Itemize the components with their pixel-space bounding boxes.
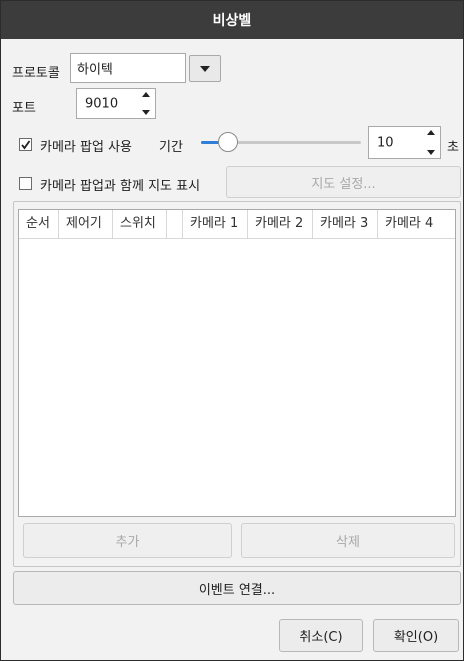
map-settings-label: 지도 설정...: [311, 176, 376, 192]
protocol-select[interactable]: 하이텍: [70, 53, 186, 83]
column-controller[interactable]: 제어기: [59, 210, 113, 238]
spin-up-icon[interactable]: [426, 129, 436, 136]
add-button-label: 추가: [115, 535, 140, 550]
spin-down-icon[interactable]: [426, 149, 436, 156]
duration-slider[interactable]: [201, 132, 361, 152]
port-spinbox[interactable]: 9010: [76, 88, 156, 119]
cancel-button[interactable]: 취소(C): [279, 619, 363, 652]
protocol-dropdown-button[interactable]: [189, 55, 221, 82]
port-value: 9010: [85, 96, 119, 111]
table-header: 순서 제어기 스위치 카메라 1 카메라 2 카메라 3 카메라 4: [19, 210, 455, 239]
camera-popup-label: 카메라 팝업 사용: [40, 140, 132, 155]
column-blank[interactable]: [167, 210, 183, 238]
duration-value: 10: [377, 135, 394, 150]
mapping-table[interactable]: 순서 제어기 스위치 카메라 1 카메라 2 카메라 3 카메라 4: [18, 209, 456, 517]
column-order[interactable]: 순서: [19, 210, 59, 238]
dialog-window: 비상벨 프로토콜 하이텍 포트 9010 카메라 팝업 사용 기간 10 초 카…: [0, 0, 464, 661]
cancel-label: 취소(C): [299, 630, 343, 645]
ok-label: 확인(O): [393, 630, 439, 645]
add-button[interactable]: 추가: [23, 523, 232, 558]
column-camera-1[interactable]: 카메라 1: [183, 210, 248, 238]
window-title: 비상벨: [212, 13, 252, 29]
checkmark-icon: [21, 140, 31, 150]
map-popup-checkbox[interactable]: [19, 177, 32, 190]
column-switch[interactable]: 스위치: [113, 210, 167, 238]
duration-label: 기간: [159, 140, 183, 155]
column-camera-4[interactable]: 카메라 4: [378, 210, 455, 238]
duration-spinbox[interactable]: 10: [368, 126, 441, 159]
delete-button[interactable]: 삭제: [241, 523, 455, 558]
spin-up-icon[interactable]: [141, 91, 151, 98]
ok-button[interactable]: 확인(O): [373, 619, 459, 652]
port-label: 포트: [12, 101, 36, 116]
event-link-button[interactable]: 이벤트 연결...: [13, 571, 461, 605]
slider-thumb[interactable]: [218, 132, 239, 152]
column-camera-2[interactable]: 카메라 2: [248, 210, 313, 238]
delete-button-label: 삭제: [336, 535, 360, 550]
map-popup-label: 카메라 팝업과 함께 지도 표시: [40, 179, 201, 194]
protocol-value: 하이텍: [77, 62, 113, 78]
map-settings-button[interactable]: 지도 설정...: [226, 166, 461, 198]
duration-unit: 초: [447, 140, 459, 155]
spin-down-icon[interactable]: [141, 109, 151, 116]
camera-popup-checkbox[interactable]: [19, 138, 32, 151]
chevron-down-icon: [200, 65, 210, 72]
title-bar[interactable]: 비상벨: [1, 1, 463, 39]
event-link-label: 이벤트 연결...: [198, 582, 276, 598]
column-camera-3[interactable]: 카메라 3: [313, 210, 378, 238]
protocol-label: 프로토콜: [12, 66, 60, 81]
